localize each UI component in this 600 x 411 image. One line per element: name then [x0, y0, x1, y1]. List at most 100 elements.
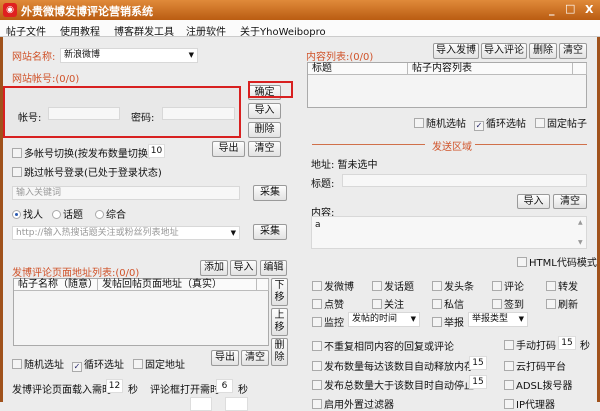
url-list-label: 发博评论页面地址列表:(0/0)	[12, 268, 140, 279]
chevron-down-icon: ▼	[410, 315, 416, 323]
send-import-button[interactable]: 导入	[517, 194, 550, 209]
move-up-button[interactable]: 上移	[271, 308, 288, 336]
column-header[interactable]: 帖子内容列表	[408, 63, 573, 75]
account-import-button[interactable]: 导入	[248, 103, 281, 119]
menu-register[interactable]: 注册软件	[186, 23, 226, 38]
send-area-heading: 发送区域	[432, 142, 472, 153]
action-follow-checkbox[interactable]: 关注	[372, 296, 404, 311]
menu-about[interactable]: 关于YhoWeibopro	[240, 23, 326, 38]
move-down-button[interactable]: 下移	[271, 278, 288, 306]
extra-field[interactable]	[190, 397, 212, 411]
content-delete-button[interactable]: 删除	[529, 43, 557, 59]
scroll-up-icon[interactable]: ▲	[578, 219, 583, 226]
content-clear-button[interactable]: 清空	[559, 43, 587, 59]
import-post-button[interactable]: 导入发博	[433, 43, 479, 59]
title-input[interactable]	[342, 174, 587, 187]
url-table[interactable]: 帖子名称（随意） 发帖回帖页面地址（真实）	[13, 278, 269, 346]
divider	[312, 144, 425, 145]
open-time-label: 评论框打开需时	[150, 385, 220, 396]
auto-stop-field[interactable]: 15	[469, 375, 487, 389]
action-refresh-checkbox[interactable]: 刷新	[546, 296, 578, 311]
account-clear-button[interactable]: 清空	[248, 141, 281, 157]
report-checkbox[interactable]: 举报	[432, 314, 464, 329]
action-topic-checkbox[interactable]: 发话题	[372, 278, 414, 293]
monitor-select[interactable]: 发帖的时间 ▼	[348, 312, 420, 327]
column-header[interactable]: 发帖回帖页面地址（真实）	[98, 279, 257, 291]
monitor-checkbox[interactable]: 监控	[312, 314, 344, 329]
column-header-filler	[257, 279, 269, 291]
action-message-checkbox[interactable]: 私信	[432, 296, 464, 311]
action-checkin-checkbox[interactable]: 签到	[492, 296, 524, 311]
radio-topic[interactable]: 话题	[52, 206, 83, 221]
menu-blog-tools[interactable]: 博客群发工具	[114, 23, 174, 38]
account-delete-button[interactable]: 删除	[248, 122, 281, 138]
import-comment-button[interactable]: 导入评论	[481, 43, 527, 59]
scroll-down-icon[interactable]: ▼	[578, 239, 583, 246]
action-comment-checkbox[interactable]: 评论	[492, 278, 524, 293]
action-headline-checkbox[interactable]: 发头条	[432, 278, 474, 293]
manual-captcha-checkbox[interactable]: 手动打码	[504, 337, 556, 352]
content-list-label: 内容列表:(0/0)	[306, 52, 374, 63]
close-button[interactable]: X	[585, 3, 593, 16]
no-repeat-checkbox[interactable]: 不重复相同内容的回复或评论	[312, 338, 454, 353]
load-time-label: 发博评论页面载入需时	[12, 385, 112, 396]
seconds-label: 秒	[580, 341, 590, 352]
password-label: 密码:	[131, 113, 155, 124]
seconds-label: 秒	[238, 385, 248, 396]
collect-url-button[interactable]: 采集	[253, 224, 287, 240]
external-filter-checkbox[interactable]: 启用外置过滤器	[312, 396, 394, 411]
site-select[interactable]: 新浪微博 ▼	[60, 48, 198, 63]
url-export-button[interactable]: 导出	[211, 350, 239, 366]
url-import-button[interactable]: 导入	[230, 260, 257, 276]
radio-find-people[interactable]: 找人	[12, 206, 43, 221]
adsl-checkbox[interactable]: ADSL拨号器	[504, 377, 572, 392]
load-time-field[interactable]: 12	[106, 379, 123, 393]
username-input[interactable]	[48, 107, 120, 120]
url-edit-button[interactable]: 编辑	[260, 260, 287, 276]
url-combo[interactable]: http://输入热搜话题关注或粉丝列表地址 ▼	[12, 226, 240, 240]
fixed-url-checkbox[interactable]: 固定地址	[133, 356, 185, 371]
action-like-checkbox[interactable]: 点赞	[312, 296, 344, 311]
menu-post-file[interactable]: 帖子文件	[6, 23, 46, 38]
skip-login-checkbox[interactable]: 跳过帐号登录(已处于登录状态)	[12, 164, 162, 179]
content-table[interactable]: 标题 帖子内容列表	[307, 62, 587, 108]
menu-tutorial[interactable]: 使用教程	[60, 23, 100, 38]
release-memory-checkbox[interactable]: 发布数量每达该数目自动释放内存	[312, 358, 474, 373]
content-textarea[interactable]: a	[311, 216, 587, 249]
action-repost-checkbox[interactable]: 转发	[546, 278, 578, 293]
report-select[interactable]: 举报类型 ▼	[468, 312, 528, 327]
html-mode-checkbox[interactable]: HTML代码模式	[517, 254, 597, 269]
radio-all[interactable]: 综合	[95, 206, 126, 221]
random-post-checkbox[interactable]: 随机选帖	[414, 115, 466, 130]
release-memory-field[interactable]: 15	[469, 356, 487, 370]
account-export-button[interactable]: 导出	[212, 141, 245, 157]
action-post-checkbox[interactable]: 发微博	[312, 278, 354, 293]
password-input[interactable]	[162, 107, 235, 120]
keyword-input[interactable]: 输入关键词	[12, 186, 240, 200]
column-header[interactable]: 标题	[308, 63, 408, 75]
extra-field[interactable]	[225, 397, 248, 411]
multi-count-field[interactable]: 10	[148, 144, 165, 158]
fixed-post-checkbox[interactable]: 固定帖子	[535, 115, 587, 130]
collect-keyword-button[interactable]: 采集	[253, 185, 287, 201]
url-add-button[interactable]: 添加	[200, 260, 228, 276]
ip-proxy-checkbox[interactable]: IP代理器	[504, 396, 555, 411]
minimize-button[interactable]: _	[549, 3, 555, 16]
column-header[interactable]: 帖子名称（随意）	[14, 279, 98, 291]
random-url-checkbox[interactable]: 随机选址	[12, 356, 64, 371]
title-bar: ◉ 外贵微博发博评论营销系统 _ □ X	[0, 0, 600, 21]
seconds-label: 秒	[128, 385, 138, 396]
multi-switch-checkbox[interactable]: 多帐号切换(按发布数量切换)	[12, 145, 152, 160]
open-time-field[interactable]: 6	[216, 379, 233, 393]
loop-url-checkbox[interactable]: ✓ 循环选址	[72, 356, 124, 372]
maximize-button[interactable]: □	[565, 2, 575, 15]
auto-stop-checkbox[interactable]: 发布总数量大于该数目时自动停止	[312, 377, 474, 392]
url-delete-button[interactable]: 删除	[271, 338, 288, 366]
send-clear-button[interactable]: 清空	[553, 194, 587, 209]
manual-captcha-field[interactable]: 15	[558, 336, 576, 350]
chevron-down-icon: ▼	[230, 229, 236, 237]
url-clear-button[interactable]: 清空	[241, 350, 269, 366]
divider	[475, 144, 587, 145]
cloud-captcha-checkbox[interactable]: 云打码平台	[504, 358, 566, 373]
loop-post-checkbox[interactable]: ✓ 循环选帖	[474, 115, 526, 131]
